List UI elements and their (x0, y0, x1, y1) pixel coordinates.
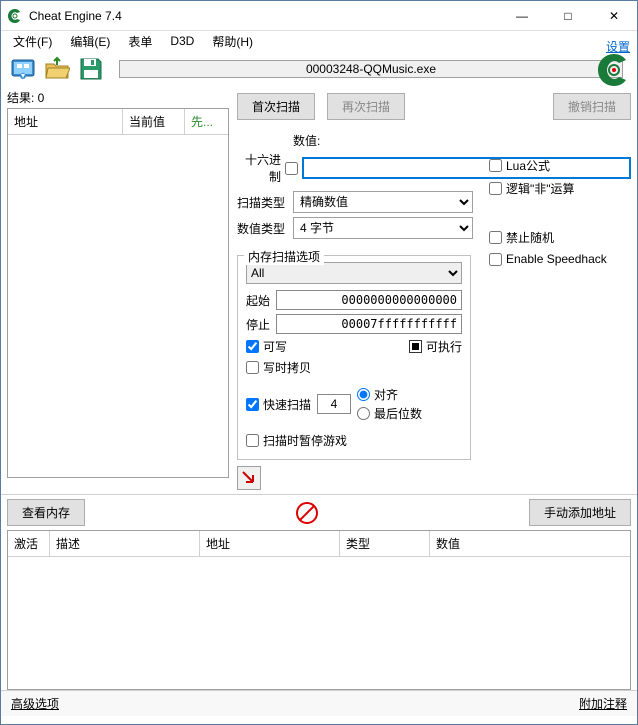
scan-type-label: 扫描类型 (237, 194, 293, 211)
col-type[interactable]: 类型 (340, 531, 430, 556)
next-scan-button[interactable]: 再次扫描 (327, 93, 405, 120)
results-header: 地址 当前值 先... (8, 109, 228, 135)
value-type-label: 数值类型 (237, 220, 293, 237)
view-memory-button[interactable]: 查看内存 (7, 499, 85, 526)
memory-scan-options-group: 内存扫描选项 All 起始 停止 可写 可执行 写时拷贝 快速扫描 对齐 最后位… (237, 255, 471, 460)
copy-on-write-checkbox[interactable]: 写时拷贝 (246, 359, 462, 376)
start-address-input[interactable] (276, 290, 462, 310)
ce-logo-icon[interactable] (595, 51, 633, 89)
open-file-icon[interactable] (41, 53, 73, 85)
menu-d3d[interactable]: D3D (162, 32, 202, 50)
stop-address-input[interactable] (276, 314, 462, 334)
col-previous[interactable]: 先... (185, 109, 228, 134)
value-type-select[interactable]: 4 字节 (293, 217, 473, 239)
add-address-manually-button[interactable]: 手动添加地址 (529, 499, 631, 526)
enable-speedhack-checkbox[interactable]: Enable Speedhack (489, 252, 607, 266)
pause-on-scan-checkbox[interactable]: 扫描时暂停游戏 (246, 432, 462, 449)
maximize-button[interactable]: □ (545, 1, 591, 31)
disable-random-checkbox[interactable]: 禁止随机 (489, 229, 607, 246)
hex-label: 十六进制 (237, 151, 285, 185)
first-scan-button[interactable]: 首次扫描 (237, 93, 315, 120)
window-title: Cheat Engine 7.4 (29, 9, 499, 23)
logic-not-checkbox[interactable]: 逻辑"非"运算 (489, 180, 575, 197)
executable-checkbox[interactable]: 可执行 (409, 338, 462, 355)
undo-scan-button[interactable]: 撤销扫描 (553, 93, 631, 120)
titlebar: Cheat Engine 7.4 — □ ✕ (1, 1, 637, 31)
value-label: 数值: (293, 132, 631, 149)
col-current[interactable]: 当前值 (123, 109, 185, 134)
no-entry-icon[interactable] (296, 502, 318, 524)
col-value[interactable]: 数值 (430, 531, 630, 556)
results-table[interactable]: 地址 当前值 先... (7, 108, 229, 478)
advanced-options-link[interactable]: 高级选项 (11, 695, 59, 712)
menu-edit[interactable]: 编辑(E) (62, 31, 118, 52)
toolbar: 00003248-QQMusic.exe (1, 51, 637, 87)
value-input[interactable] (302, 157, 631, 179)
menubar: 文件(F) 编辑(E) 表单 D3D 帮助(H) (1, 31, 637, 51)
align-radio[interactable]: 对齐 (357, 386, 422, 403)
scan-type-select[interactable]: 精确数值 (293, 191, 473, 213)
memory-region-select[interactable]: All (246, 262, 462, 284)
address-list-table[interactable]: 激活 描述 地址 类型 数值 (7, 530, 631, 690)
process-name-bar[interactable]: 00003248-QQMusic.exe (119, 60, 623, 78)
last-digits-radio[interactable]: 最后位数 (357, 405, 422, 422)
fast-scan-value-input[interactable] (317, 394, 351, 414)
menu-file[interactable]: 文件(F) (5, 31, 60, 52)
col-addr[interactable]: 地址 (200, 531, 340, 556)
settings-link[interactable]: 设置 (606, 38, 630, 55)
hex-checkbox[interactable] (285, 162, 298, 175)
mem-options-legend: 内存扫描选项 (244, 248, 324, 265)
start-label: 起始 (246, 292, 276, 309)
bottom-bar: 高级选项 附加注释 (1, 690, 637, 716)
col-desc[interactable]: 描述 (50, 531, 200, 556)
menu-help[interactable]: 帮助(H) (204, 31, 261, 52)
fast-scan-checkbox[interactable]: 快速扫描 (246, 396, 311, 413)
stop-label: 停止 (246, 316, 276, 333)
mid-toolbar: 查看内存 手动添加地址 (1, 494, 637, 530)
app-icon (7, 8, 23, 24)
results-count-label: 结果: 0 (7, 87, 229, 108)
writable-checkbox[interactable]: 可写 (246, 338, 287, 355)
lua-formula-checkbox[interactable]: Lua公式 (489, 157, 575, 174)
close-button[interactable]: ✕ (591, 1, 637, 31)
col-active[interactable]: 激活 (8, 531, 50, 556)
col-address[interactable]: 地址 (8, 109, 123, 134)
process-name-label: 00003248-QQMusic.exe (306, 62, 436, 76)
menu-table[interactable]: 表单 (120, 31, 160, 52)
minimize-button[interactable]: — (499, 1, 545, 31)
save-icon[interactable] (75, 53, 107, 85)
add-to-list-arrow-button[interactable] (237, 466, 261, 490)
open-process-icon[interactable] (7, 53, 39, 85)
address-list-header: 激活 描述 地址 类型 数值 (8, 531, 630, 557)
table-extras-link[interactable]: 附加注释 (579, 695, 627, 712)
